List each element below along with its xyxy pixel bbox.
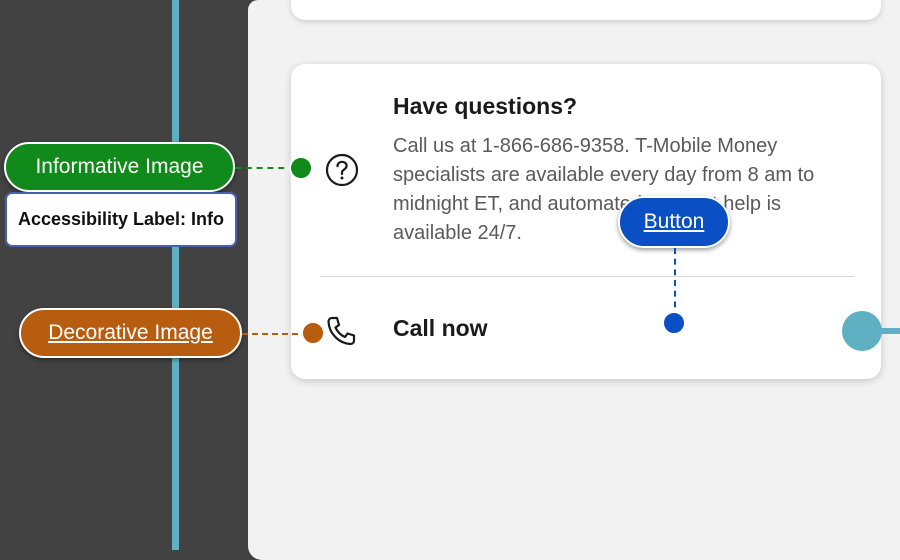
focus-order-line	[172, 0, 179, 550]
accessibility-label-box: Accessibility Label: Info	[5, 192, 237, 247]
button-tag: Button	[618, 196, 730, 248]
previous-card	[291, 0, 881, 20]
informative-image-tag: Informative Image	[4, 142, 235, 192]
focus-order-marker	[842, 311, 882, 351]
decorative-connector	[242, 333, 308, 335]
button-marker-dot	[662, 311, 686, 335]
divider	[320, 276, 854, 277]
focus-order-stub	[880, 328, 900, 334]
decorative-marker-dot	[301, 321, 325, 345]
card-heading: Have questions?	[393, 93, 578, 119]
phone-icon	[324, 314, 358, 348]
question-circle-icon	[325, 153, 359, 187]
decorative-image-tag: Decorative Image	[19, 308, 242, 358]
button-connector	[674, 248, 676, 318]
informative-connector	[235, 167, 295, 169]
informative-marker-dot	[289, 156, 313, 180]
call-now-button[interactable]: Call now	[393, 315, 488, 342]
